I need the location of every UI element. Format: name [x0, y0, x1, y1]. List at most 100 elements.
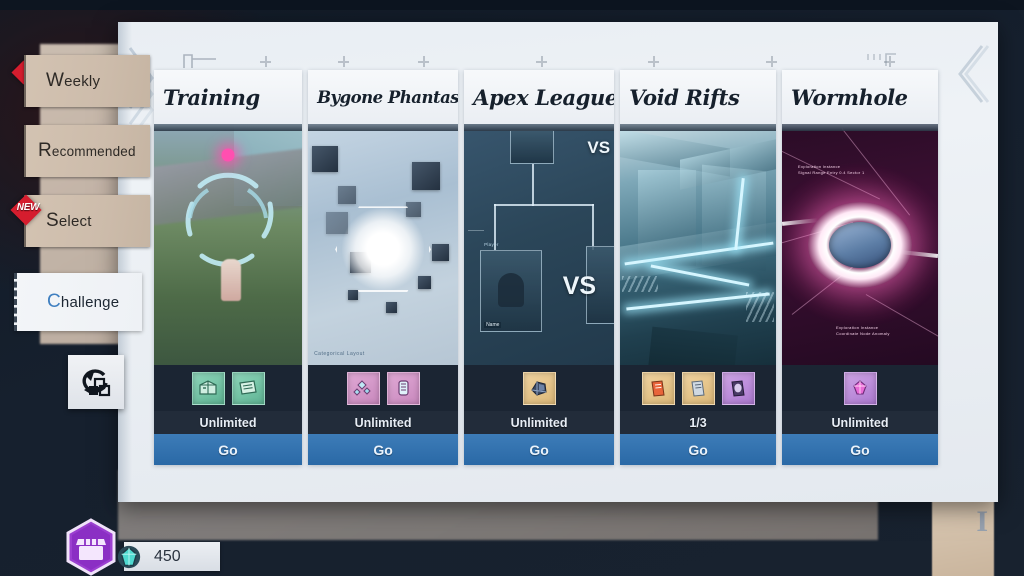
red-matrix-chip-icon: [641, 371, 675, 405]
purple-gem-icon: [843, 371, 877, 405]
corner-bracket-decoration: [183, 54, 216, 68]
wormhole-caption-top: Exploration Instance Signal Range Entry …: [798, 164, 865, 175]
card-status-training: Unlimited: [154, 411, 303, 434]
exp-crate-icon: [191, 371, 225, 405]
go-button-apex-league[interactable]: Go: [464, 434, 615, 465]
go-button-void-rifts[interactable]: Go: [620, 434, 777, 465]
sidebar-item-challenge-initial: C: [47, 291, 61, 312]
floating-cube: [432, 244, 450, 261]
card-artwork-wormhole: Exploration Instance Signal Range Entry …: [782, 124, 938, 365]
tick-mark: [338, 56, 349, 67]
player-tag: Player: [484, 242, 499, 247]
floating-cube: [338, 186, 357, 204]
void-stripe: [746, 292, 775, 322]
corner-bracket-decoration-right: [867, 53, 896, 66]
vs-label-main: VS: [562, 272, 597, 300]
art-top-sliver: [782, 124, 938, 131]
training-character: [220, 258, 241, 301]
player-name-tag: Name: [484, 322, 502, 328]
nav-notch: [24, 125, 26, 177]
card-footer-training: Unlimited Go: [154, 365, 303, 465]
card-footer-void-rifts: 1/3 Go: [620, 365, 777, 465]
challenge-card-training[interactable]: Training Unlimited Go: [154, 70, 303, 465]
shop-icon: [66, 518, 116, 576]
bracket-line: [532, 164, 535, 206]
art-top-sliver: [620, 124, 777, 131]
card-footer-apex-league: Unlimited Go: [464, 365, 615, 465]
go-button-wormhole[interactable]: Go: [782, 434, 938, 465]
floating-cube: [312, 146, 339, 172]
card-footer-wormhole: Unlimited Go: [782, 365, 938, 465]
sidebar-item-recommended[interactable]: Recommended: [24, 125, 150, 177]
currency-display[interactable]: 450: [117, 542, 220, 571]
go-button-bygone-phantasm[interactable]: Go: [308, 434, 459, 465]
card-status-wormhole: Unlimited: [782, 411, 938, 434]
silver-matrix-chip-icon: [681, 371, 715, 405]
apex-trophy-icon: [522, 371, 556, 405]
new-badge-label: NEW: [16, 202, 40, 213]
background-top-edge: [0, 0, 1024, 10]
bracket-line: [494, 204, 595, 206]
history-icon: [82, 369, 111, 397]
training-marker-dot: [221, 148, 235, 162]
network-line: [865, 294, 938, 345]
void-stripe: [622, 276, 659, 292]
background-card-right-glyph: I: [976, 505, 988, 538]
reward-list-bygone-phantasm: [308, 365, 458, 411]
tick-mark: [536, 56, 547, 67]
floating-cube: [412, 162, 441, 190]
reward-list-wormhole: [782, 365, 938, 411]
floating-cube: [348, 290, 359, 300]
bygone-caption: Categorical Layout: [314, 351, 365, 357]
player-avatar: [498, 273, 525, 308]
sidebar-item-recommended-initial: R: [38, 140, 52, 161]
card-footer-bygone-phantasm: Unlimited Go: [308, 365, 459, 465]
side-nav: Weekly Recommended Select NEW Challenge: [0, 0, 152, 576]
wormhole-caption-bottom: Exploration Instance Coordinate Node Ano…: [836, 325, 890, 336]
challenge-card-apex-league[interactable]: Apex League Name Player VS VS Unlimited …: [464, 70, 615, 465]
tick-mark: [648, 56, 659, 67]
challenge-card-void-rifts[interactable]: Void Rifts 1/3 Go: [620, 70, 777, 465]
card-status-apex-league: Unlimited: [464, 411, 615, 434]
reward-list-apex-league: [464, 365, 614, 411]
challenge-card-wormhole[interactable]: Wormhole Exploration Instance Signal Ran…: [782, 70, 938, 465]
art-top-sliver: [308, 124, 459, 131]
card-artwork-apex-league: Name Player VS VS: [464, 124, 615, 365]
exp-note-icon: [231, 371, 265, 405]
shop-button[interactable]: [62, 518, 120, 576]
tick-mark: [766, 56, 777, 67]
sidebar-item-challenge[interactable]: Challenge: [14, 273, 142, 331]
sidebar-item-weekly-label: eekly: [64, 72, 101, 90]
energy-can-icon: [386, 371, 420, 405]
tick-mark: [418, 56, 429, 67]
crystal-cluster-icon: [346, 371, 380, 405]
sidebar-item-recommended-label: ecommended: [51, 143, 136, 159]
card-title-training: Training: [154, 70, 303, 124]
card-title-bygone-phantasm: Bygone Phantasm: [308, 70, 459, 124]
wormhole-portal-view: [829, 221, 892, 268]
bracket-line: [592, 204, 595, 250]
art-top-sliver: [464, 124, 615, 131]
card-title-void-rifts: Void Rifts: [620, 70, 777, 124]
sidebar-item-select-initial: S: [46, 210, 59, 231]
nav-notch: [24, 55, 26, 107]
card-artwork-void-rifts: [620, 124, 777, 365]
card-title-apex-league: Apex League: [464, 70, 615, 124]
history-button[interactable]: [68, 355, 124, 409]
sidebar-item-weekly[interactable]: Weekly: [24, 55, 150, 107]
void-floor: [648, 326, 739, 365]
energy-core: [342, 208, 425, 291]
tick-mark: [260, 56, 271, 67]
currency-amount: 450: [154, 547, 181, 565]
card-title-wormhole: Wormhole: [782, 70, 938, 124]
challenge-card-bygone-phantasm[interactable]: Bygone Phantasm Categorical Layout: [308, 70, 459, 465]
bracket-node-player: Name: [480, 250, 543, 332]
bygone-phantasm-artwork: Categorical Layout: [308, 124, 459, 365]
go-button-training[interactable]: Go: [154, 434, 303, 465]
wormhole-artwork: Exploration Instance Signal Range Entry …: [782, 124, 938, 365]
sidebar-item-weekly-initial: W: [46, 70, 65, 91]
void-rifts-artwork: [620, 124, 777, 365]
purple-matrix-chip-icon: [721, 371, 755, 405]
vs-label-top: VS: [587, 138, 611, 157]
bracket-line: [468, 230, 485, 231]
